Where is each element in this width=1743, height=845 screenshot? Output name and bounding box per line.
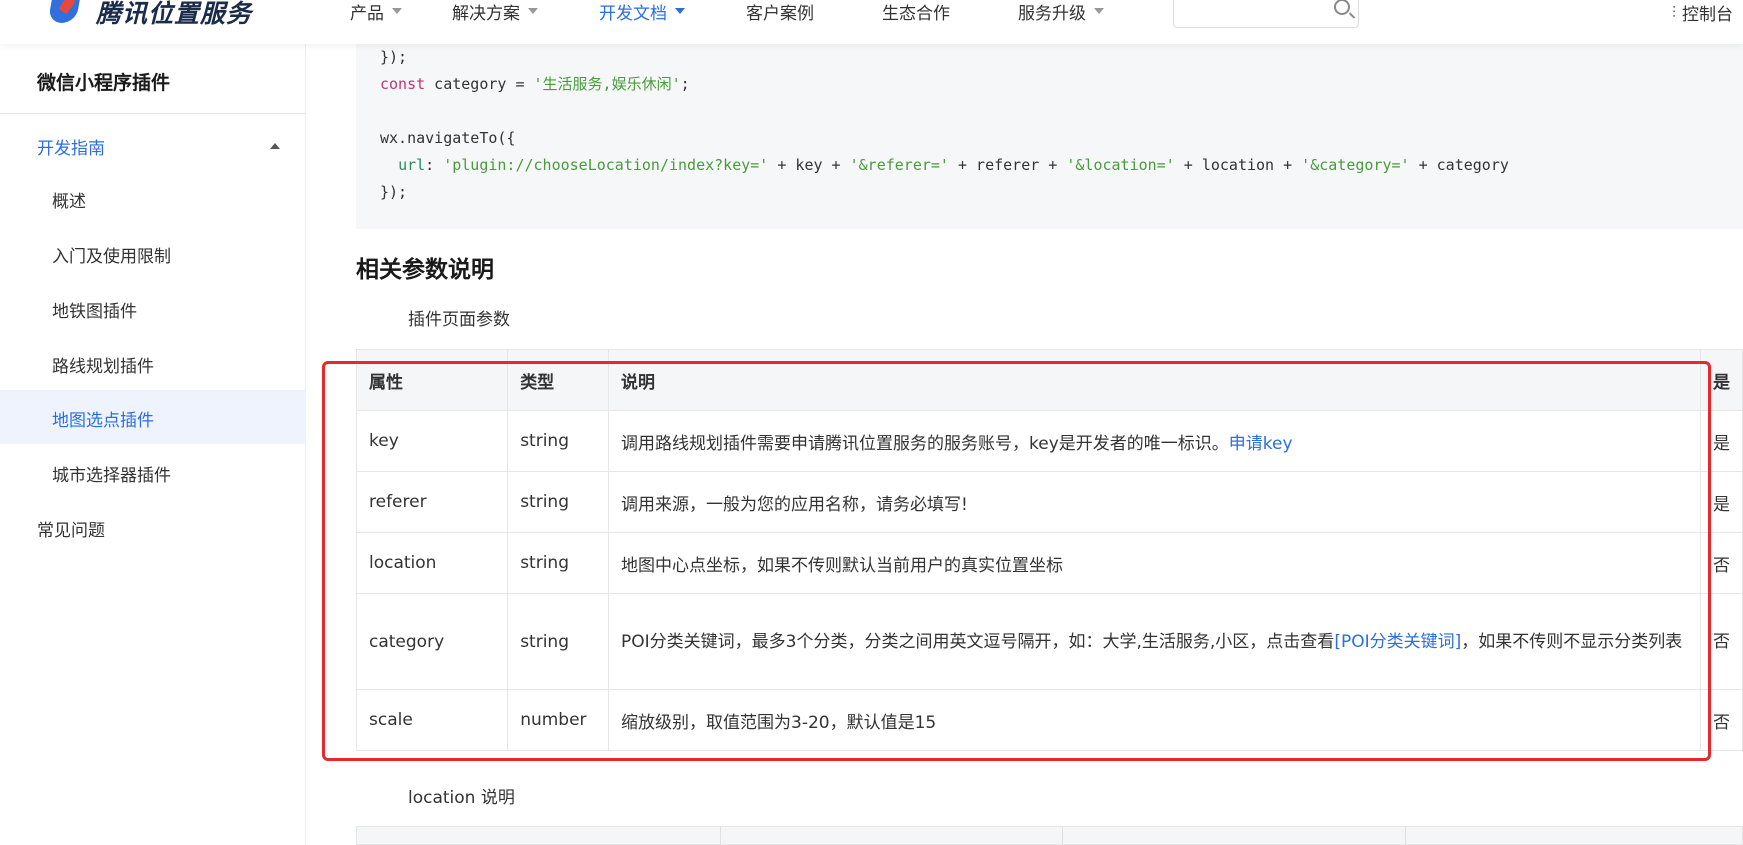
console-link[interactable]: ⫶ 控制台	[1672, 0, 1734, 26]
section-title: 相关参数说明	[356, 257, 494, 283]
column-divider	[720, 827, 721, 845]
sidebar-title: 微信小程序插件	[37, 72, 171, 94]
nav-item-product[interactable]: 产品	[350, 0, 452, 24]
search-icon[interactable]	[1334, 0, 1350, 15]
nav-item-upgrade[interactable]: 服务升级	[1018, 0, 1158, 24]
console-label: 控制台	[1682, 5, 1734, 25]
location-subtitle: location 说明	[408, 788, 515, 808]
sidebar-divider	[0, 113, 306, 114]
code-line: });	[380, 48, 408, 66]
red-highlight-box	[322, 361, 1711, 761]
code-text: + location +	[1174, 156, 1302, 174]
sidebar-item-subway-map[interactable]: 地铁图插件	[52, 297, 137, 322]
code-string: '&category='	[1301, 156, 1410, 174]
sidebar: 微信小程序插件 开发指南 概述 入门及使用限制 地铁图插件 路线规划插件 地图选…	[0, 44, 306, 845]
code-string: 'plugin://chooseLocation/index?key='	[443, 156, 769, 174]
nav-label: 产品	[350, 3, 384, 24]
code-string: '生活服务,娱乐休闲'	[533, 75, 681, 93]
sliders-icon: ⫶	[1672, 2, 1677, 22]
code-property: url	[398, 156, 426, 174]
sidebar-group-dev-guide[interactable]: 开发指南	[37, 134, 105, 159]
column-divider	[1062, 827, 1063, 845]
sidebar-item-getting-started[interactable]: 入门及使用限制	[52, 242, 171, 267]
code-string: '&referer='	[849, 156, 949, 174]
code-string: '&location='	[1066, 156, 1175, 174]
sidebar-item-overview[interactable]: 概述	[52, 187, 86, 212]
nav-label: 服务升级	[1018, 3, 1086, 24]
chevron-down-icon	[392, 8, 402, 14]
nav-item-ecosystem[interactable]: 生态合作	[882, 0, 1018, 24]
chevron-down-icon	[675, 8, 685, 14]
sidebar-item-city-selector[interactable]: 城市选择器插件	[52, 461, 171, 486]
chevron-up-icon[interactable]	[270, 143, 280, 149]
nav-label: 生态合作	[882, 3, 950, 24]
code-line: });	[380, 183, 408, 201]
code-text: + category	[1409, 156, 1509, 174]
brand-name: 腾讯位置服务	[96, 0, 253, 28]
sidebar-item-location-picker[interactable]: 地图选点插件	[52, 406, 154, 431]
code-line: wx.navigateTo({	[380, 129, 516, 147]
nav-label: 客户案例	[746, 3, 814, 24]
nav-item-dev-docs[interactable]: 开发文档	[599, 0, 746, 24]
main-nav: 产品 解决方案 开发文档 客户案例 生态合作 服务升级	[350, 0, 1158, 24]
brand-logo[interactable]: 腾讯位置服务	[47, 0, 253, 30]
nav-label: 解决方案	[452, 3, 520, 24]
code-text: category =	[425, 75, 534, 93]
nav-item-solutions[interactable]: 解决方案	[452, 0, 599, 24]
chevron-down-icon	[528, 8, 538, 14]
section-subtitle: 插件页面参数	[408, 310, 510, 330]
nav-label: 开发文档	[599, 3, 667, 24]
code-text: ;	[680, 75, 690, 93]
sidebar-item-route-planning[interactable]: 路线规划插件	[52, 352, 154, 377]
column-divider	[1405, 827, 1406, 845]
logo-icon	[47, 0, 82, 27]
chevron-down-icon	[1094, 8, 1104, 14]
sidebar-item-faq[interactable]: 常见问题	[37, 516, 105, 541]
search-input[interactable]	[1173, 0, 1359, 28]
nav-item-cases[interactable]: 客户案例	[746, 0, 882, 24]
code-text: + key +	[768, 156, 850, 174]
top-navbar: 腾讯位置服务 产品 解决方案 开发文档 客户案例 生态合作 服务升级 ⫶ 控制台	[0, 0, 1743, 44]
code-text: :	[425, 156, 444, 174]
code-keyword: const	[380, 75, 426, 93]
location-table	[356, 826, 1743, 845]
code-block: }); const category = '生活服务,娱乐休闲'; wx.nav…	[356, 36, 1743, 229]
code-text: + referer +	[948, 156, 1067, 174]
